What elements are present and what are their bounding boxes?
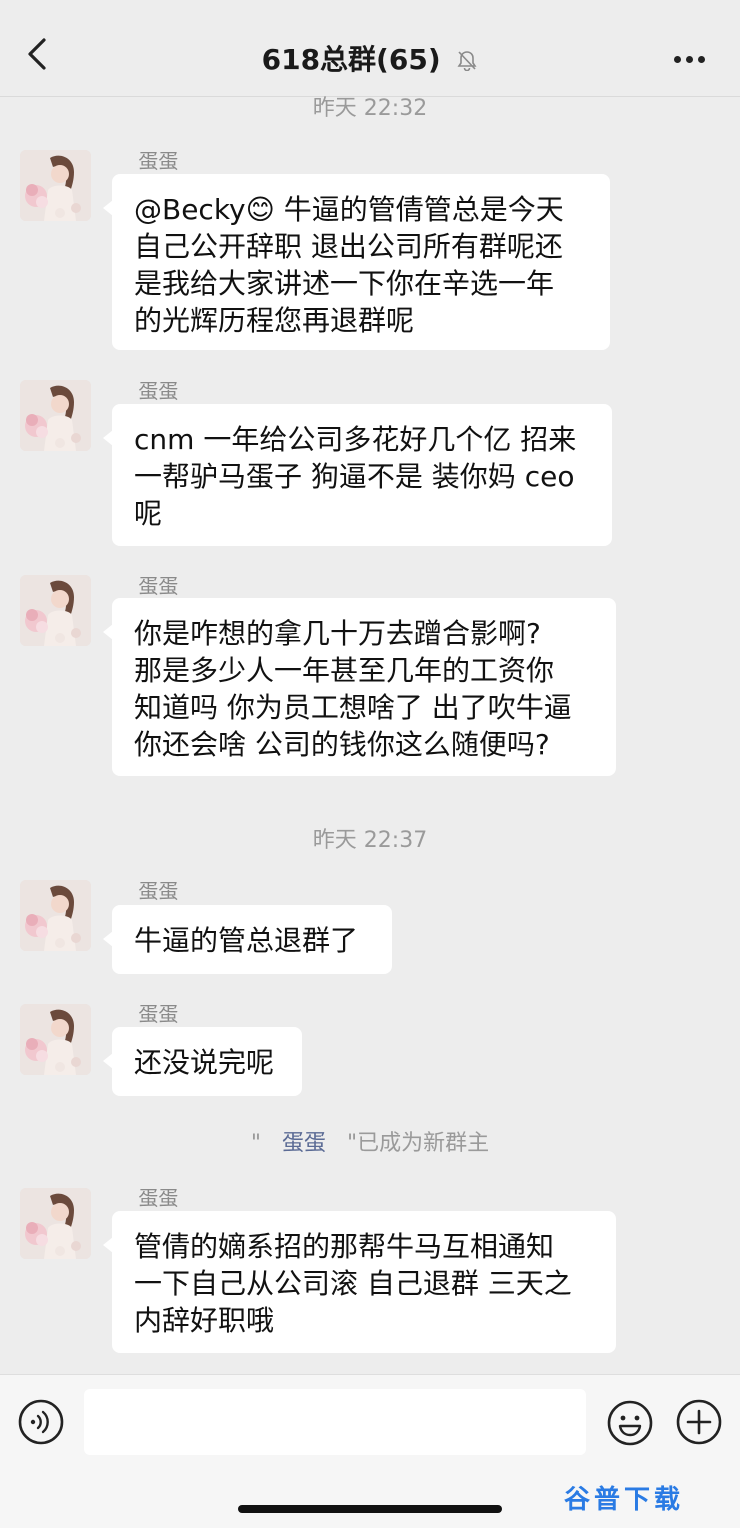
avatar[interactable] <box>20 1188 91 1259</box>
sender-name: 蛋蛋 <box>118 570 199 599</box>
chat-title-wrap: 618总群(65) <box>0 38 740 78</box>
moon-emoji-icon <box>186 1008 194 1022</box>
avatar[interactable] <box>20 150 91 221</box>
home-indicator <box>238 1505 502 1513</box>
voice-icon[interactable] <box>18 1399 64 1445</box>
more-dots-icon[interactable] <box>674 48 710 63</box>
moon-emoji-icon <box>120 1192 127 1206</box>
timestamp: 昨天 22:37 <box>312 828 428 853</box>
avatar[interactable] <box>20 380 91 451</box>
moon-emoji-icon <box>335 1137 342 1151</box>
message-line: 一下自己从公司滚 自己退群 三天之 <box>134 1267 572 1300</box>
input-bar: 谷普下载 <box>0 1374 740 1528</box>
message-line: 你是咋想的拿几十万去蹭合影啊? <box>134 617 541 650</box>
message-line: @Becky😊 牛逼的管倩管总是今天 <box>134 193 564 226</box>
message-bubble[interactable]: 还没说完呢 <box>103 1027 302 1096</box>
message-line: 管倩的嫡系招的那帮牛马互相通知 <box>134 1230 555 1263</box>
chat-title: 618总群(65) <box>261 43 441 76</box>
message-line: 你还会啥 公司的钱你这么随便吗? <box>134 728 550 761</box>
moon-emoji-icon <box>120 1008 127 1022</box>
message-line: 一帮驴马蛋子 狗逼不是 装你妈 ceo <box>134 460 575 493</box>
moon-emoji-icon <box>186 580 194 594</box>
moon-emoji-icon <box>120 155 127 169</box>
message-line: 还没说完呢 <box>134 1046 275 1079</box>
moon-emoji-icon <box>186 155 194 169</box>
plus-icon[interactable] <box>676 1399 722 1445</box>
avatar[interactable] <box>20 880 91 951</box>
chat-header: 618总群(65) <box>0 0 740 97</box>
moon-emoji-icon <box>186 385 194 399</box>
message-line: 牛逼的管总退群了 <box>134 924 359 957</box>
message-bubble[interactable]: 管倩的嫡系招的那帮牛马互相通知 一下自己从公司滚 自己退群 三天之 内辞好职哦 <box>103 1211 616 1353</box>
avatar[interactable] <box>20 575 91 646</box>
message-input[interactable] <box>84 1389 586 1455</box>
mute-bell-icon <box>457 51 477 71</box>
sender-name: 蛋蛋 <box>118 375 199 404</box>
avatar[interactable] <box>20 1004 91 1075</box>
moon-emoji-icon <box>263 1137 270 1151</box>
message-line: cnm 一年给公司多花好几个亿 招来 <box>134 423 577 456</box>
moon-emoji-icon <box>120 580 127 594</box>
message-line: 知道吗 你为员工想啥了 出了吹牛逼 <box>134 691 572 724</box>
moon-emoji-icon <box>120 385 127 399</box>
emoji-icon[interactable] <box>606 1399 654 1447</box>
moon-emoji-icon <box>120 885 127 899</box>
watermark: 谷普下载 <box>563 1485 684 1515</box>
moon-emoji-icon <box>186 885 194 899</box>
message-line: 的光辉历程您再退群呢 <box>134 304 415 337</box>
sender-name: 蛋蛋 <box>118 1182 199 1211</box>
sender-name: 蛋蛋 <box>118 145 199 174</box>
message-bubble[interactable]: cnm 一年给公司多花好几个亿 招来 一帮驴马蛋子 狗逼不是 装你妈 ceo 呢 <box>103 404 612 546</box>
moon-emoji-icon <box>186 1192 194 1206</box>
message-line: 内辞好职哦 <box>134 1304 275 1337</box>
timestamp: 昨天 22:32 <box>312 96 428 121</box>
message-line: 是我给大家讲述一下你在辛选一年 <box>134 267 555 300</box>
sender-name: 蛋蛋 <box>118 998 199 1027</box>
message-line: 呢 <box>134 497 163 530</box>
new-owner-name[interactable]: 蛋蛋 <box>275 1131 333 1156</box>
message-line: 自己公开辞职 退出公司所有群呢还 <box>134 230 563 263</box>
message-bubble[interactable]: @Becky😊 牛逼的管倩管总是今天 自己公开辞职 退出公司所有群呢还 是我给大家讲… <box>103 174 610 350</box>
sender-name: 蛋蛋 <box>118 875 199 904</box>
system-notice: " 蛋蛋 "已成为新群主 <box>250 1131 490 1156</box>
message-bubble[interactable]: 牛逼的管总退群了 <box>103 905 392 974</box>
message-line: 那是多少人一年甚至几年的工资你 <box>134 654 555 687</box>
message-bubble[interactable]: 你是咋想的拿几十万去蹭合影啊? 那是多少人一年甚至几年的工资你 知道吗 你为员工想啥… <box>103 598 616 776</box>
